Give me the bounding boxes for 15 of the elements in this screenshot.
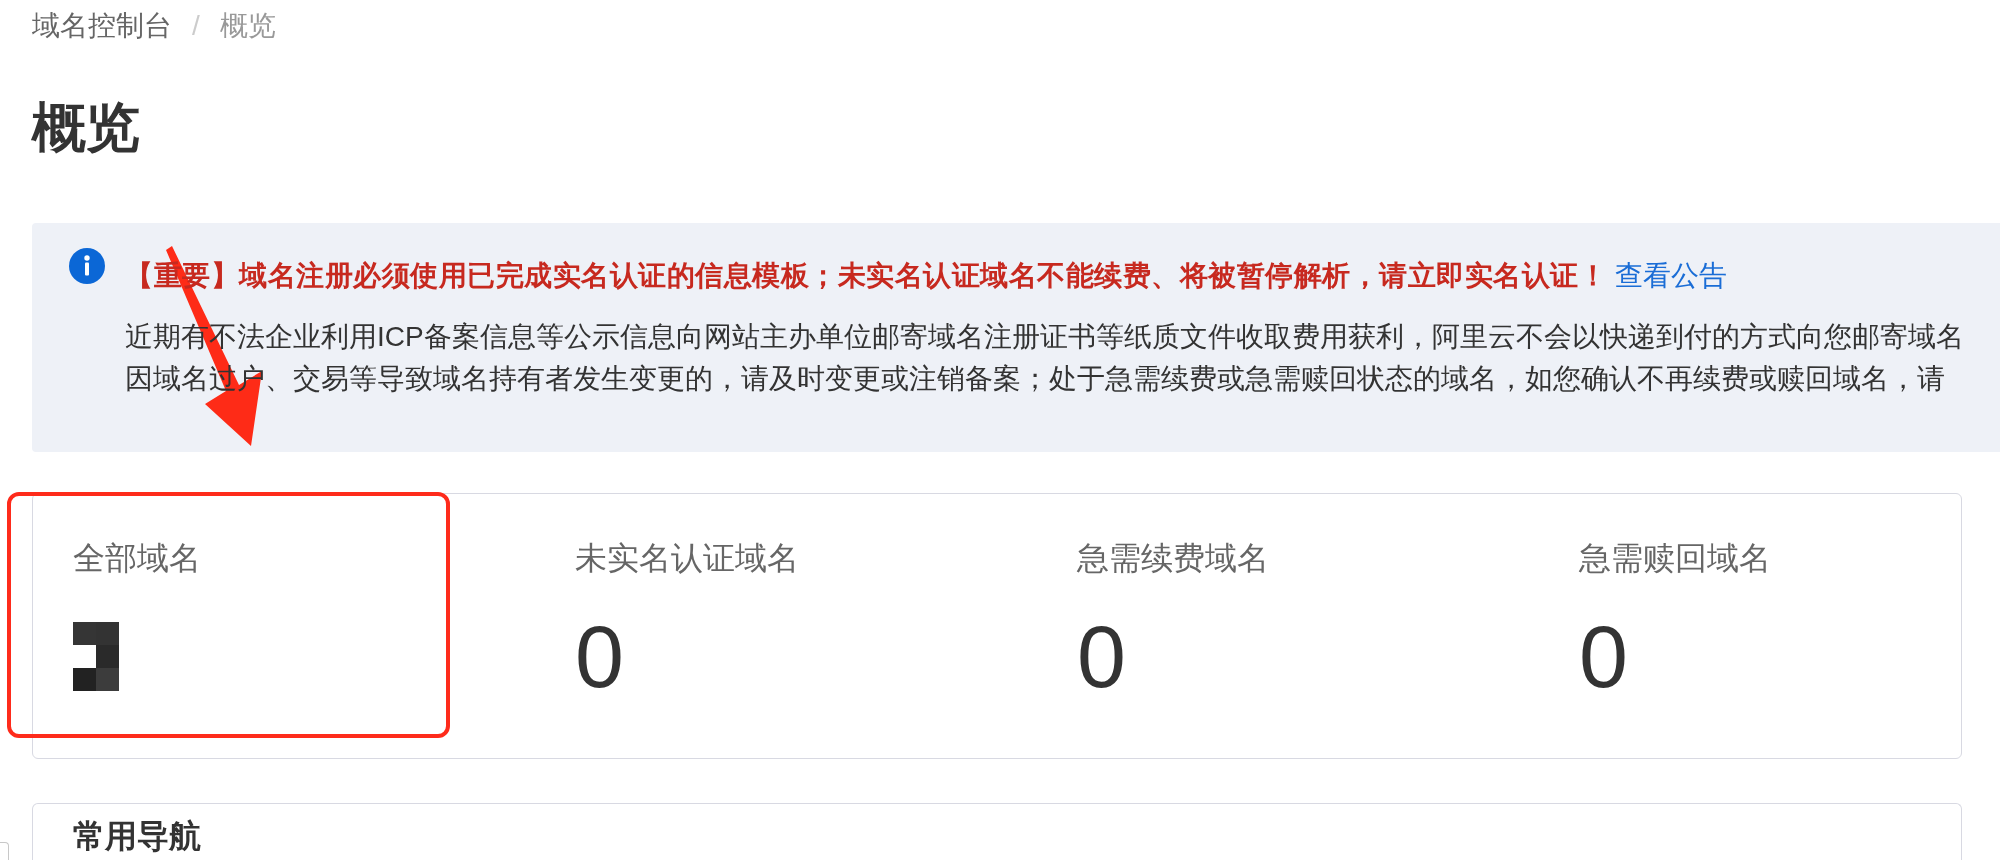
side-tab[interactable]: [0, 842, 9, 860]
info-icon: [69, 248, 105, 284]
stat-label: 未实名认证域名: [575, 539, 799, 578]
stat-value: 0: [575, 607, 624, 707]
breadcrumb-current: 概览: [219, 9, 276, 43]
breadcrumb-separator: /: [192, 9, 200, 43]
stat-label: 急需续费域名: [1077, 539, 1269, 578]
breadcrumb-link[interactable]: 域名控制台: [32, 6, 172, 46]
page-title: 概览: [32, 96, 141, 159]
nav-card-title: 常用导航: [73, 817, 202, 856]
stat-label: 全部域名: [73, 539, 201, 578]
stat-value: 0: [1077, 607, 1126, 707]
stat-value: 0: [1579, 607, 1628, 707]
notice-link[interactable]: 查看公告: [1615, 260, 1727, 291]
stat-label: 急需赎回域名: [1579, 539, 1771, 578]
